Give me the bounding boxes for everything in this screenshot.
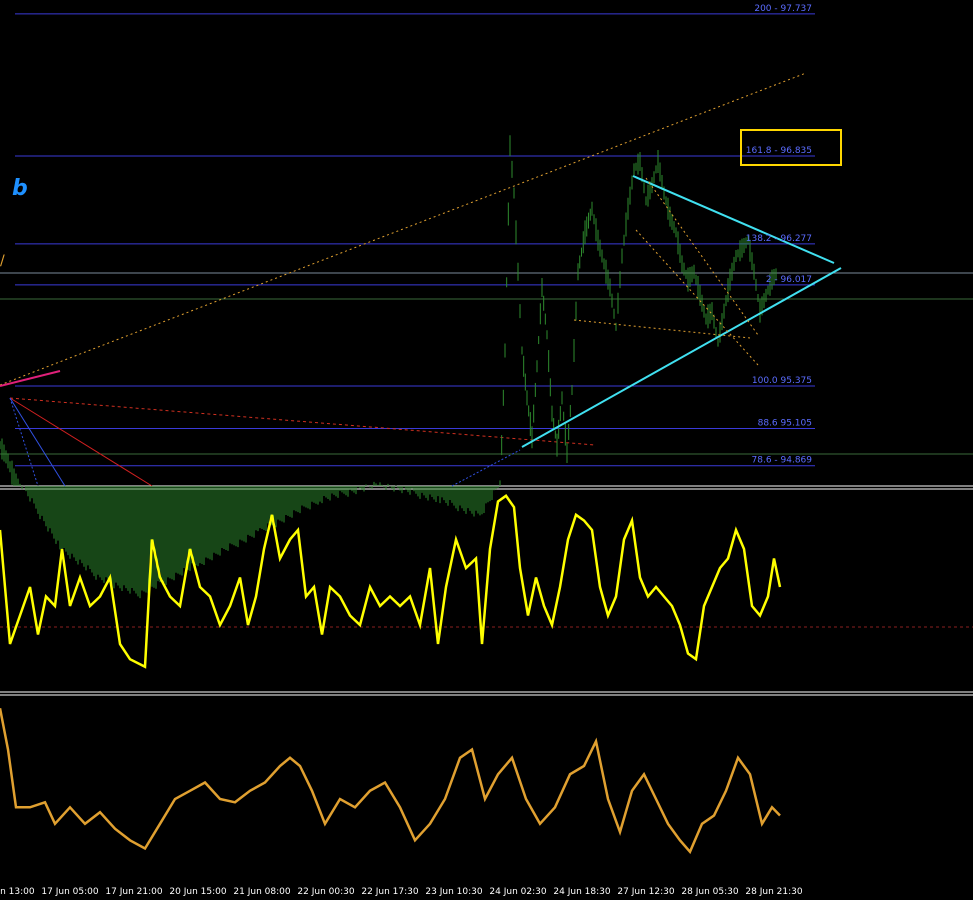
fib-label: 100.0 95.375: [752, 376, 812, 386]
blue-line-2: [9, 397, 66, 487]
x-tick-label: 17 Jun 21:00: [105, 887, 162, 897]
fib-label: 161.8 - 96.835: [746, 146, 812, 156]
wave-label-b: b: [12, 176, 28, 201]
trend-dotted-line: [0, 72, 807, 386]
oscillator-2-line: [0, 708, 781, 855]
x-tick-label: 22 Jun 17:30: [361, 887, 418, 897]
magenta-line: [0, 370, 61, 387]
x-tick-label: 20 Jun 15:00: [169, 887, 226, 897]
x-tick-label: 24 Jun 18:30: [553, 887, 610, 897]
x-tick-label: 24 Jun 02:30: [489, 887, 546, 897]
x-tick-label: 17 Jun 05:00: [41, 887, 98, 897]
x-tick-label: 27 Jun 12:30: [617, 887, 674, 897]
dotted-diag-bottom-1: [451, 449, 521, 487]
fib-labels: 200 - 97.737 161.8 - 96.835 138.2 - 96.277…: [746, 4, 813, 466]
fib-label: 78.6 - 94.869: [752, 456, 813, 466]
x-tick-label: 16 Jun 13:00: [0, 887, 35, 897]
oscillator-1-line: [0, 494, 782, 669]
red-dashed-line: [9, 397, 596, 446]
x-tick-label: 21 Jun 08:00: [233, 887, 290, 897]
fib-label: 200 - 97.737: [754, 4, 812, 14]
fib-label: 88.6 95.105: [758, 419, 812, 429]
fib-levels: [15, 13, 815, 467]
fib-label: 2 - 96.017: [766, 275, 812, 285]
x-tick-label: 28 Jun 05:30: [681, 887, 738, 897]
x-tick-label: 22 Jun 00:30: [297, 887, 354, 897]
channel-dotted-1: [573, 319, 751, 339]
x-tick-label: 28 Jun 21:30: [745, 887, 802, 897]
triangle-upper-line[interactable]: [632, 175, 835, 264]
x-tick-label: 23 Jun 10:30: [425, 887, 482, 897]
candles: [0, 135, 777, 599]
forex-chart: b / 200 - 97.737 161.8 - 96.835 138.2 - 96…: [0, 4, 973, 897]
wave-label-partial: /: [0, 253, 5, 269]
fib-label: 138.2 - 96.277: [746, 234, 812, 244]
red-solid-line: [9, 397, 153, 487]
x-axis: 16 Jun 13:00 17 Jun 05:00 17 Jun 21:00 20 J…: [0, 887, 803, 897]
